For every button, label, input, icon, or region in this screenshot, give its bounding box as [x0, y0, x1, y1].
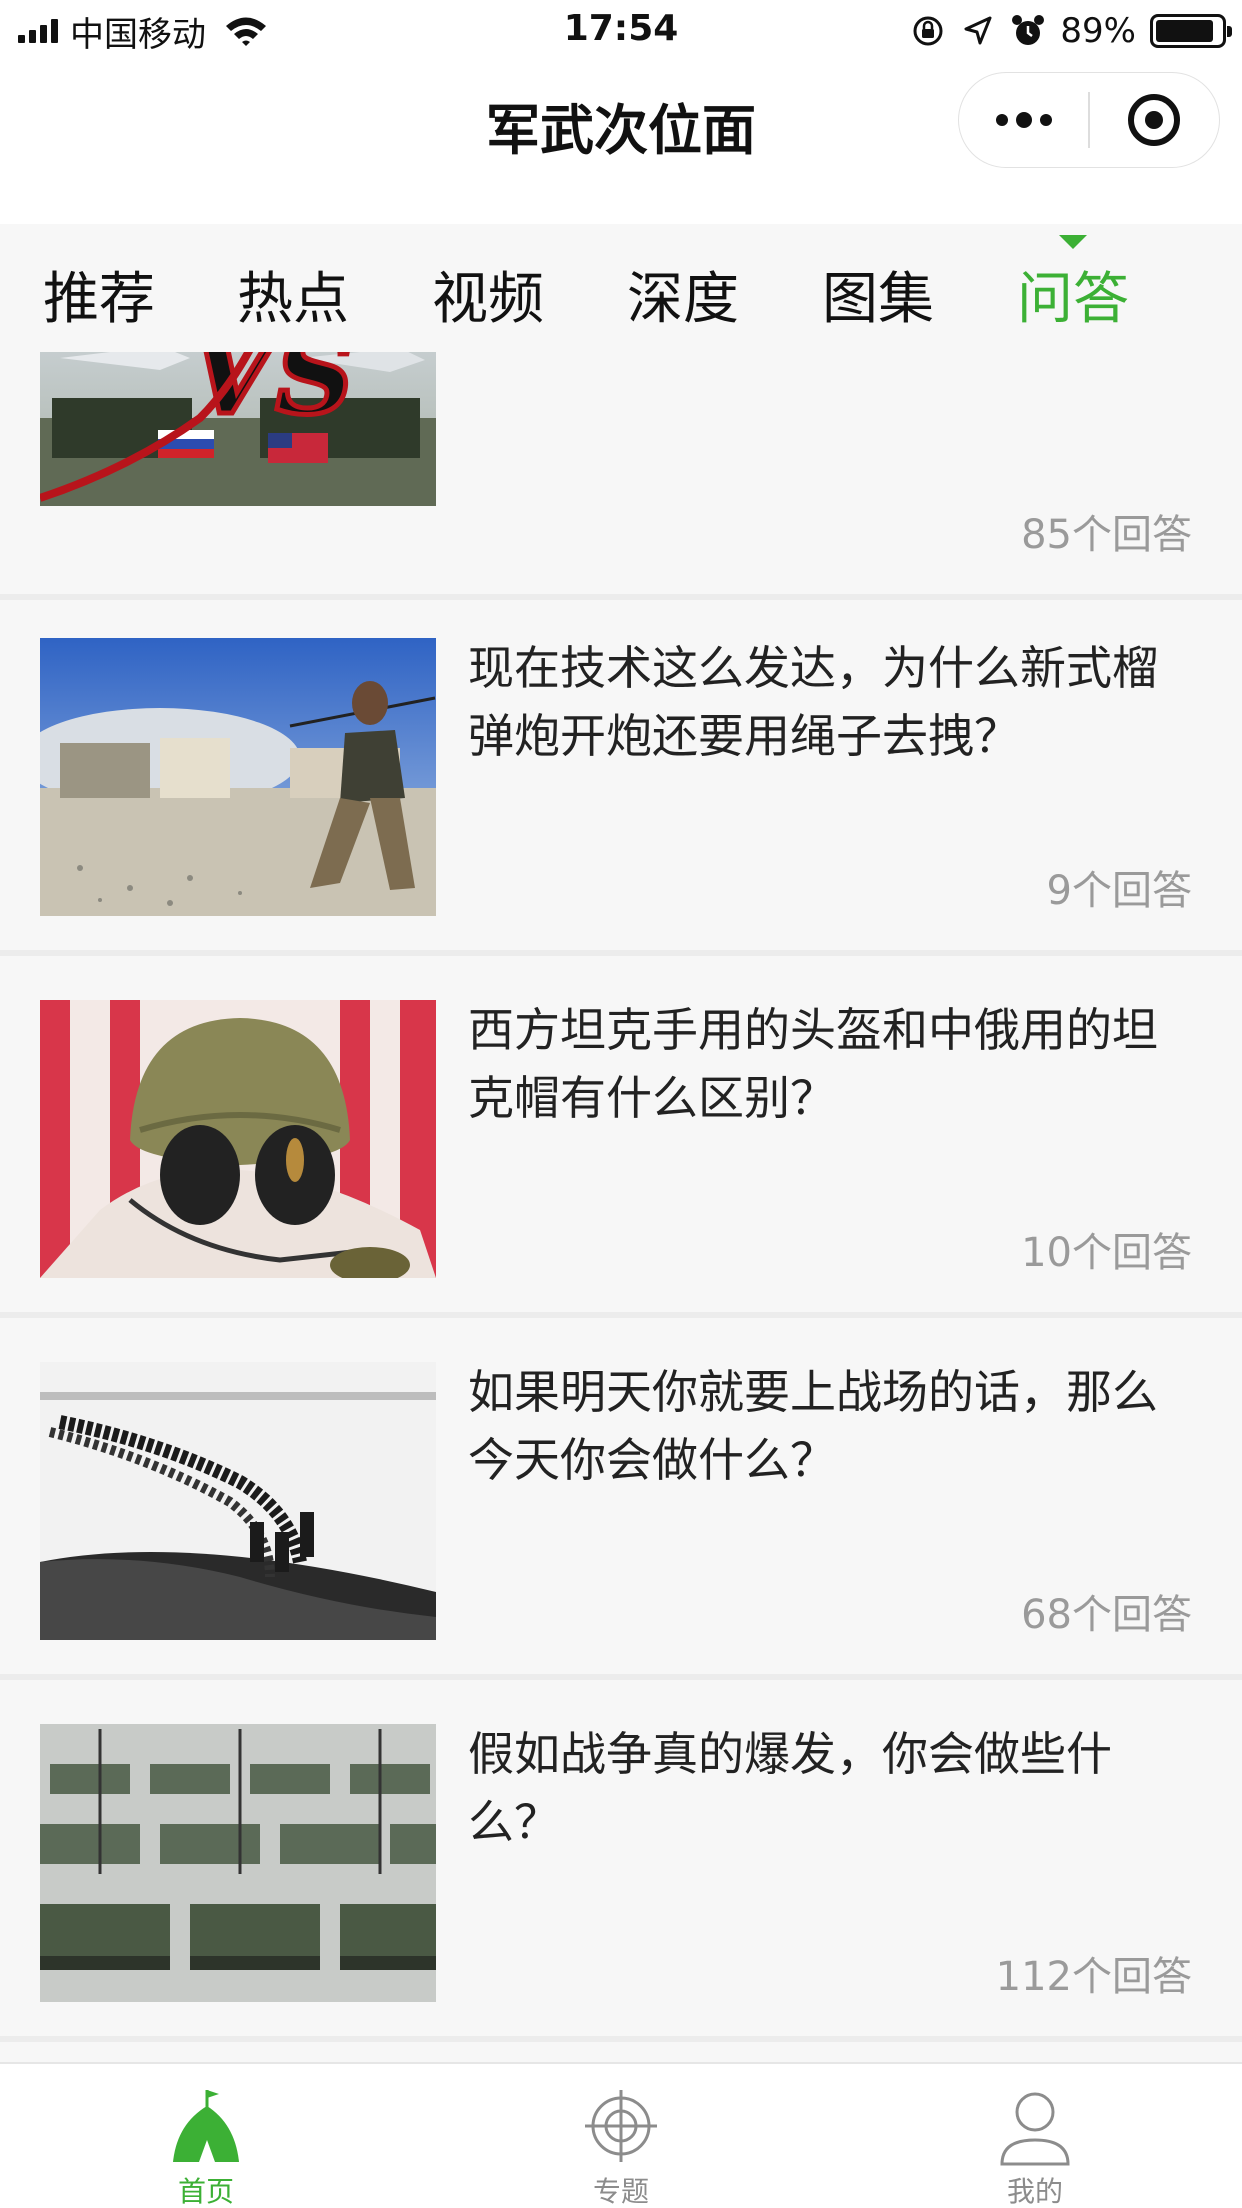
list-item[interactable]: 现在技术这么发达，为什么新式榴弹炮开炮还要用绳子去拽？ 9个回答 [0, 600, 1242, 956]
more-button[interactable] [959, 72, 1088, 168]
miniprogram-capsule [958, 72, 1220, 168]
tabbar-home-label: 首页 [177, 2175, 234, 2208]
tabbar-me[interactable]: 我的 [935, 2084, 1135, 2208]
question-list: VS 85个回答 现在技术这么发达，为什么新式榴弹炮开炮还要用绳子去拽？ 9个回… [0, 352, 1242, 2062]
category-tabs: 推荐 热点 视频 深度 图集 问答 [0, 224, 1242, 352]
tab-depth[interactable]: 深度 [598, 254, 768, 335]
orientation-lock-icon [913, 16, 943, 46]
tab-gallery[interactable]: 图集 [793, 254, 963, 335]
answer-count: 68个回答 [1021, 1592, 1192, 1638]
answer-count: 112个回答 [995, 1954, 1192, 2000]
crosshair-icon [585, 2090, 657, 2162]
question-title[interactable]: 假如战争真的爆发，你会做些什么？ [468, 1720, 1198, 1856]
more-dots-icon [995, 112, 1052, 128]
list-item[interactable]: 假如战争真的爆发，你会做些什么？ 112个回答 [0, 1686, 1242, 2042]
location-icon [964, 16, 992, 45]
answer-count: 9个回答 [1046, 868, 1192, 914]
question-title[interactable]: 如果明天你就要上战场的话，那么今天你会做什么？ [468, 1358, 1198, 1494]
battery-percent: 89% [1060, 11, 1136, 51]
answer-count: 10个回答 [1021, 1230, 1192, 1276]
answer-count: 85个回答 [1021, 512, 1192, 558]
soldiers-marching-image [40, 1362, 436, 1640]
bottom-tab-bar: 首页 专题 我的 [0, 2062, 1242, 2208]
tank-formation-image [40, 1724, 436, 2002]
question-title[interactable]: 现在技术这么发达，为什么新式榴弹炮开炮还要用绳子去拽？ [468, 634, 1198, 770]
question-title[interactable]: 西方坦克手用的头盔和中俄用的坦克帽有什么区别？ [468, 996, 1198, 1132]
tab-video[interactable]: 视频 [403, 254, 573, 335]
active-tab-indicator [1059, 235, 1087, 249]
tank-helmet-image [40, 1000, 436, 1278]
tabbar-home[interactable]: 首页 [106, 2084, 306, 2208]
tab-qa-label: 问答 [1017, 267, 1129, 332]
user-icon [1000, 2092, 1070, 2166]
battery-icon [1150, 14, 1232, 48]
list-item[interactable]: 西方坦克手用的头盔和中俄用的坦克帽有什么区别？ 10个回答 [0, 962, 1242, 1318]
jets-vs-soldiers-image: VS [40, 352, 436, 506]
close-miniprogram-button[interactable] [1090, 72, 1219, 168]
alarm-icon [1012, 15, 1045, 45]
tabbar-me-label: 我的 [1006, 2175, 1063, 2208]
target-circle-icon [1128, 94, 1181, 146]
nav-bar: 军武次位面 [0, 62, 1242, 224]
howitzer-lanyard-image [40, 638, 436, 916]
svg-text:VS: VS [190, 352, 355, 439]
tab-recommend[interactable]: 推荐 [14, 254, 184, 335]
tab-hot[interactable]: 热点 [208, 254, 378, 335]
tabbar-topics[interactable]: 专题 [521, 2084, 721, 2208]
tab-qa[interactable]: 问答 [988, 235, 1158, 335]
home-tent-icon [173, 2090, 239, 2162]
list-item[interactable]: VS 85个回答 [0, 352, 1242, 600]
status-bar: 中国移动 17:54 89% [0, 0, 1242, 62]
tabbar-topics-label: 专题 [592, 2175, 649, 2208]
list-item[interactable]: 如果明天你就要上战场的话，那么今天你会做什么？ 68个回答 [0, 1324, 1242, 1680]
